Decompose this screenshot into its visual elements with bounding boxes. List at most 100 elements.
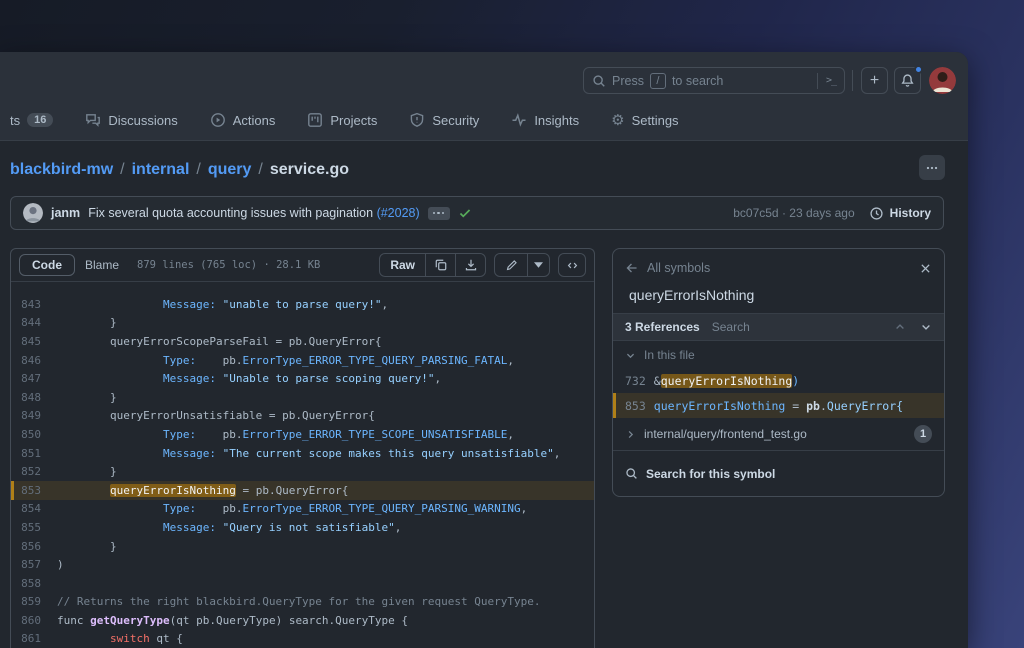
chevron-right-icon xyxy=(628,430,634,438)
symbols-panel: All symbols queryErrorIsNothing 3 Refere… xyxy=(612,248,945,497)
commit-author-name[interactable]: janm xyxy=(51,206,80,220)
arrow-left-icon[interactable] xyxy=(625,261,639,275)
header-divider xyxy=(852,70,853,91)
raw-button[interactable]: Raw xyxy=(380,254,425,276)
line-number[interactable]: 849 xyxy=(11,409,57,422)
global-search-input[interactable]: Press / to search >_ xyxy=(583,67,845,94)
line-number[interactable]: 853 xyxy=(11,484,57,497)
code-line-content: Message: "Query is not satisfiable", xyxy=(162,520,402,534)
code-line-content: Message: "unable to parse query!", xyxy=(162,297,389,311)
line-number[interactable]: 851 xyxy=(11,447,57,460)
file-meta: 879 lines (765 loc) · 28.1 KB xyxy=(137,259,321,271)
copy-button[interactable] xyxy=(425,254,455,276)
line-number[interactable]: 844 xyxy=(11,316,57,329)
history-label: History xyxy=(889,206,931,220)
create-new-button[interactable]: + xyxy=(861,67,888,94)
tab-label: ts xyxy=(10,112,21,128)
symbols-pane-button[interactable] xyxy=(558,253,586,277)
blame-tab[interactable]: Blame xyxy=(75,255,129,275)
line-number[interactable]: 856 xyxy=(11,540,57,553)
commit-author-avatar[interactable] xyxy=(23,203,43,223)
repo-nav: ts 16 Discussions Actions Projects Secur… xyxy=(0,100,968,141)
tab-pull-requests-partial[interactable]: ts 16 xyxy=(2,107,61,134)
code-lines: 843 Message: "unable to parse query!", 84… xyxy=(11,282,594,648)
line-number[interactable]: 859 xyxy=(11,595,57,608)
symbol-reference-row[interactable]: 732 &queryErrorIsNothing) xyxy=(613,369,944,393)
line-number[interactable]: 860 xyxy=(11,614,57,627)
prev-reference-button[interactable] xyxy=(894,321,906,333)
check-icon[interactable] xyxy=(458,206,472,220)
line-number[interactable]: 861 xyxy=(11,632,57,645)
code-line-content: } xyxy=(57,539,117,553)
download-icon xyxy=(465,259,476,271)
line-number[interactable]: 858 xyxy=(11,577,57,590)
code-line-content: switch qt { xyxy=(109,632,183,646)
code-line-content: queryErrorIsNothing = pb.QueryError{ xyxy=(109,483,349,497)
code-line: 844 } xyxy=(11,314,594,333)
tab-insights[interactable]: Insights xyxy=(503,106,587,134)
line-number[interactable]: 857 xyxy=(11,558,57,571)
line-number[interactable]: 850 xyxy=(11,428,57,441)
tab-label: Settings xyxy=(631,112,679,128)
commit-sha-age[interactable]: bc07c5d · 23 days ago xyxy=(733,206,854,220)
all-symbols-link[interactable]: All symbols xyxy=(647,261,710,275)
line-number[interactable]: 855 xyxy=(11,521,57,534)
commit-message[interactable]: Fix several quota accounting issues with… xyxy=(88,206,419,220)
close-symbols-button[interactable] xyxy=(919,262,932,275)
in-this-file-toggle[interactable]: In this file xyxy=(613,341,944,369)
edit-dropdown-button[interactable] xyxy=(527,254,549,276)
commit-pr-link[interactable]: (#2028) xyxy=(377,206,420,220)
next-reference-button[interactable] xyxy=(920,321,932,333)
code-line: 843 Message: "unable to parse query!", xyxy=(11,295,594,314)
file-reference-row[interactable]: internal/query/frontend_test.go 1 xyxy=(613,418,944,450)
search-symbol-button[interactable]: Search for this symbol xyxy=(613,450,944,496)
line-number[interactable]: 848 xyxy=(11,391,57,404)
triangle-down-icon xyxy=(534,262,543,268)
notifications-button[interactable] xyxy=(894,65,923,94)
code-line-content: queryErrorScopeParseFail = pb.QueryError… xyxy=(57,334,382,348)
references-search-link[interactable]: Search xyxy=(712,320,750,334)
commit-message-text: Fix several quota accounting issues with… xyxy=(88,206,374,220)
pulse-icon xyxy=(512,113,526,127)
code-line: 858 xyxy=(11,574,594,593)
line-number[interactable]: 845 xyxy=(11,335,57,348)
line-number[interactable]: 843 xyxy=(11,298,57,311)
pull-requests-counter: 16 xyxy=(27,113,54,127)
tab-projects[interactable]: Projects xyxy=(299,106,385,134)
references-count: 3 References xyxy=(625,320,700,334)
symbol-name: queryErrorIsNothing xyxy=(629,287,755,303)
tab-label: Discussions xyxy=(108,112,178,128)
code-tab[interactable]: Code xyxy=(19,254,75,276)
tab-security[interactable]: Security xyxy=(401,106,487,134)
line-number[interactable]: 846 xyxy=(11,354,57,367)
code-brackets-icon xyxy=(567,262,577,268)
tab-discussions[interactable]: Discussions xyxy=(77,106,185,134)
edit-group xyxy=(494,253,550,277)
line-number[interactable]: 852 xyxy=(11,465,57,478)
commit-expand-button[interactable] xyxy=(427,206,450,220)
tab-actions[interactable]: Actions xyxy=(202,106,284,134)
code-line: 853 queryErrorIsNothing = pb.QueryError{ xyxy=(11,480,594,500)
code-line: 860 func getQueryType(qt pb.QueryType) se… xyxy=(11,611,594,630)
breadcrumb-dir-internal[interactable]: internal xyxy=(132,161,190,179)
tab-settings[interactable]: ⚙ Settings xyxy=(603,107,686,134)
breadcrumb-repo-link[interactable]: blackbird-mw xyxy=(10,161,113,179)
code-line: 857) xyxy=(11,555,594,574)
history-button[interactable]: History xyxy=(869,206,931,221)
breadcrumb-dir-query[interactable]: query xyxy=(208,161,252,179)
code-line-content: } xyxy=(57,465,117,479)
line-number[interactable]: 854 xyxy=(11,502,57,515)
raw-copy-download-group: Raw xyxy=(379,253,486,277)
breadcrumb-separator: / xyxy=(258,161,263,178)
search-icon xyxy=(626,468,637,479)
code-line: 861 switch qt { xyxy=(11,630,594,648)
line-number[interactable]: 847 xyxy=(11,372,57,385)
user-avatar[interactable] xyxy=(929,67,956,94)
code-line: 847 Message: "Unable to parse scoping qu… xyxy=(11,369,594,388)
file-reference-path: internal/query/frontend_test.go xyxy=(644,427,807,441)
file-options-button[interactable] xyxy=(919,155,945,180)
edit-button[interactable] xyxy=(495,254,527,276)
download-button[interactable] xyxy=(455,254,485,276)
command-palette-icon[interactable]: >_ xyxy=(826,75,837,86)
symbol-reference-row[interactable]: 853 queryErrorIsNothing = pb.QueryError{ xyxy=(613,393,944,418)
